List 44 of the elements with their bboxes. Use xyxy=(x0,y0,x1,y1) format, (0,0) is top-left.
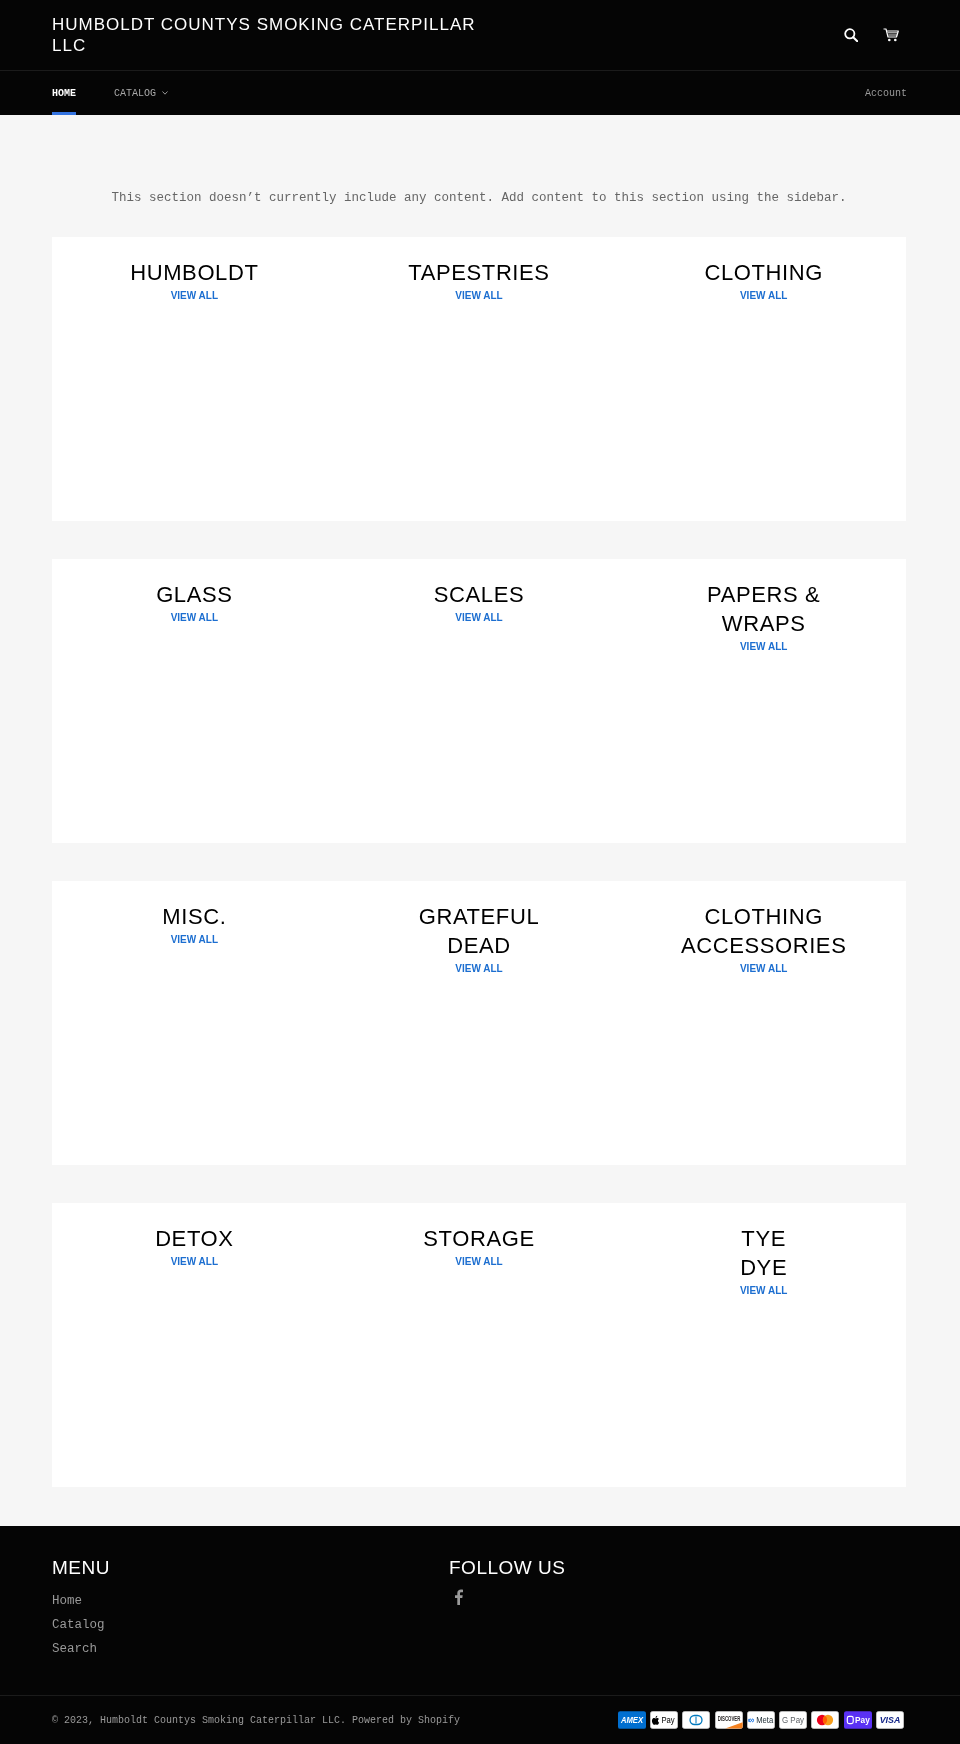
view-all-link[interactable]: VIEW ALL xyxy=(739,1284,788,1298)
footer-link[interactable]: Catalog xyxy=(52,1613,105,1637)
nav-tab[interactable]: CATALOG xyxy=(114,71,169,115)
collection-title[interactable]: GLASS xyxy=(156,580,233,609)
search-icon[interactable] xyxy=(844,28,858,42)
facebook-icon[interactable] xyxy=(454,1589,463,1605)
menu-heading: MENU xyxy=(52,1556,110,1580)
view-all-link[interactable]: VIEW ALL xyxy=(739,289,788,303)
payment-method-icon: Pay xyxy=(649,1711,678,1729)
view-all-link[interactable]: VIEW ALL xyxy=(455,289,503,303)
collection-title[interactable]: SCALES xyxy=(433,580,525,609)
collection-title[interactable]: TYE DYE xyxy=(740,1224,788,1282)
view-all-link[interactable]: VIEW ALL xyxy=(170,933,219,947)
footer-link[interactable]: Home xyxy=(52,1589,82,1613)
view-all-link[interactable]: VIEW ALL xyxy=(170,289,219,303)
collection-title[interactable]: CLOTHING ACCESSORIES xyxy=(673,902,854,960)
view-all-link[interactable]: VIEW ALL xyxy=(170,611,219,625)
cart-icon[interactable] xyxy=(883,28,899,42)
collection-title[interactable]: MISC. xyxy=(162,902,227,931)
view-all-link[interactable]: VIEW ALL xyxy=(739,640,788,654)
payment-method-icon: Meta xyxy=(746,1711,775,1729)
payment-method-icon: AMEX xyxy=(617,1711,646,1729)
view-all-link[interactable]: VIEW ALL xyxy=(455,962,503,976)
collection-title[interactable]: STORAGE xyxy=(423,1224,535,1253)
caret-icon xyxy=(162,91,169,95)
payment-method-icon: VISA xyxy=(876,1711,904,1729)
view-all-link[interactable]: VIEW ALL xyxy=(170,1255,219,1269)
view-all-link[interactable]: VIEW ALL xyxy=(455,1255,503,1269)
account-link[interactable]: Account xyxy=(865,87,907,99)
copyright-text: © 2023, Humboldt Countys Smoking Caterpillar LLC. Powered by Shopify xyxy=(52,1714,461,1726)
footer-link[interactable]: Search xyxy=(52,1637,97,1661)
payment-method-icon: Pay xyxy=(843,1711,872,1729)
collection-title[interactable]: PAPERS & WRAPS xyxy=(673,580,854,638)
collection-title[interactable]: TAPESTRIES xyxy=(408,258,550,287)
payment-method-icon: G Pay xyxy=(779,1711,808,1729)
collection-title[interactable]: HUMBOLDT xyxy=(130,258,259,287)
collection-title[interactable]: GRATEFUL DEAD xyxy=(389,902,569,960)
collection-title[interactable]: DETOX xyxy=(155,1224,234,1253)
follow-us-heading: FOLLOW US xyxy=(449,1556,566,1580)
collection-title[interactable]: CLOTHING xyxy=(704,258,823,287)
empty-section-message: This section doesn’t currently include any content. Add content to this section using the sidebar. xyxy=(111,190,847,207)
view-all-link[interactable]: VIEW ALL xyxy=(739,962,788,976)
nav-tab[interactable]: HOME xyxy=(52,71,76,115)
view-all-link[interactable]: VIEW ALL xyxy=(455,611,503,625)
